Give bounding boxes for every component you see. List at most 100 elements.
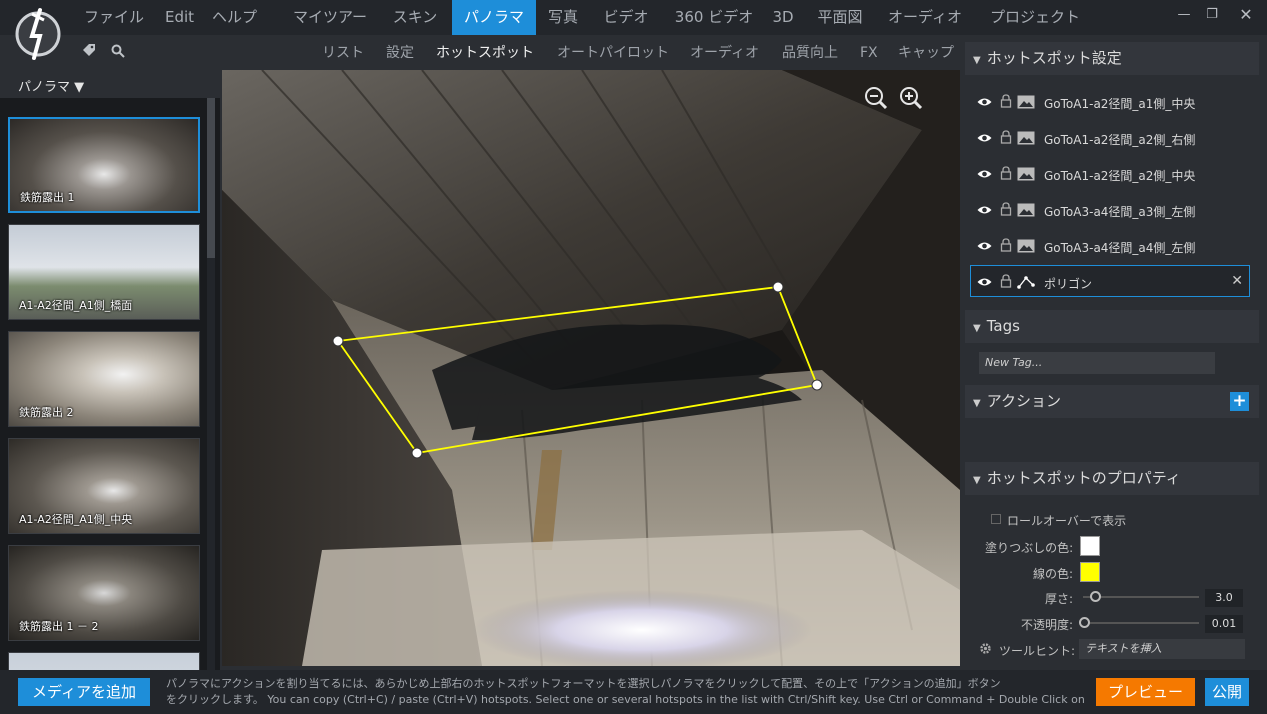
subtab-quality[interactable]: 品質向上 xyxy=(782,35,838,70)
add-action-button[interactable]: + xyxy=(1230,392,1249,411)
tab-photo[interactable]: 写真 xyxy=(540,0,586,35)
hotspot-row[interactable]: GoToA3-a4径間_a4側_左側 xyxy=(971,230,1249,262)
delete-hotspot-icon[interactable]: ✕ xyxy=(1231,273,1243,289)
minimize-icon[interactable]: — xyxy=(1174,5,1194,25)
hotspot-row[interactable]: GoToA1-a2径間_a2側_右側 xyxy=(971,122,1249,154)
tab-audio[interactable]: オーディオ xyxy=(878,0,972,35)
polygon-vertex-handle[interactable] xyxy=(411,447,423,459)
hint-line: パノラマにアクションを割り当てるには、あらかじめ上部右のホットスポットフォーマッ… xyxy=(166,677,1001,690)
thumb-caption: A1-A2径間_A1側_橋面 xyxy=(19,299,133,312)
zoom-in-icon[interactable] xyxy=(898,85,924,111)
opacity-slider-knob[interactable] xyxy=(1079,617,1090,628)
menu-help[interactable]: ヘルプ xyxy=(212,0,257,35)
polygon-vertex-handle[interactable] xyxy=(811,379,823,391)
opacity-slider[interactable] xyxy=(1083,622,1199,624)
panorama-image[interactable] xyxy=(222,70,960,666)
panorama-thumb[interactable]: A1-A2径間_A1側_橋面 xyxy=(8,224,200,320)
panorama-thumb[interactable]: A1-A2径間_A1側_中央 xyxy=(8,438,200,534)
image-icon xyxy=(1017,131,1035,145)
eye-icon[interactable] xyxy=(977,240,992,252)
hotspot-label: GoToA3-a4径間_a3側_左側 xyxy=(1044,205,1196,219)
tab-floorplan[interactable]: 平面図 xyxy=(808,0,872,35)
panorama-thumb[interactable]: 鉄筋露出 1 xyxy=(8,117,200,213)
close-window-icon[interactable]: ✕ xyxy=(1236,5,1256,25)
new-tag-input[interactable]: New Tag... xyxy=(979,352,1215,374)
subtab-audio[interactable]: オーディオ xyxy=(690,35,759,70)
section-title: アクション xyxy=(986,392,1061,410)
hotspot-properties-header[interactable]: ▼ ホットスポットのプロパティ xyxy=(965,462,1259,495)
zoom-out-icon[interactable] xyxy=(863,85,889,111)
tag-icon[interactable] xyxy=(82,44,96,58)
subtab-settings[interactable]: 設定 xyxy=(386,35,414,70)
thumb-caption: 鉄筋露出 2 xyxy=(19,406,74,419)
tab-360-video[interactable]: 360 ビデオ xyxy=(666,0,762,35)
fill-color-swatch[interactable] xyxy=(1080,536,1100,556)
preview-button[interactable]: プレビュー xyxy=(1096,678,1195,706)
rollover-checkbox[interactable] xyxy=(991,514,1001,524)
subtab-autopilot[interactable]: オートパイロット xyxy=(557,35,669,70)
eye-icon[interactable] xyxy=(977,168,992,180)
restore-icon[interactable]: ❐ xyxy=(1202,5,1222,25)
panorama-dropdown[interactable]: パノラマ ▼ xyxy=(18,76,84,95)
polygon-vertex-handle[interactable] xyxy=(332,335,344,347)
app-logo xyxy=(15,8,61,60)
hotspot-row[interactable]: GoToA1-a2径間_a2側_中央 xyxy=(971,158,1249,190)
publish-button[interactable]: 公開 xyxy=(1205,678,1249,706)
menu-edit[interactable]: Edit xyxy=(165,0,194,35)
add-media-button[interactable]: メディアを追加 xyxy=(18,678,150,706)
lock-icon[interactable] xyxy=(1000,130,1012,144)
scrollbar-thumb[interactable] xyxy=(207,98,215,258)
tab-panorama[interactable]: パノラマ xyxy=(452,0,536,35)
line-color-swatch[interactable] xyxy=(1080,562,1100,582)
lock-icon[interactable] xyxy=(1000,94,1012,108)
menu-file[interactable]: ファイル xyxy=(84,0,144,35)
collapse-triangle-icon: ▼ xyxy=(973,475,981,486)
properties-panel: ▼ ホットスポット設定 GoToA1-a2径間_a1側_中央 GoToA1-a2径… xyxy=(963,40,1267,670)
image-icon xyxy=(1017,239,1035,253)
hotspot-row-selected[interactable]: ポリゴン ✕ xyxy=(970,265,1250,297)
thumbnail-scrollbar[interactable] xyxy=(207,98,215,670)
subtab-fx[interactable]: FX xyxy=(860,35,878,70)
tab-my-tours[interactable]: マイツアー xyxy=(280,0,380,35)
subtab-hotspots[interactable]: ホットスポット xyxy=(436,35,534,70)
section-title: ホットスポット設定 xyxy=(986,49,1122,67)
collapse-triangle-icon: ▼ xyxy=(973,323,981,334)
hotspot-settings-header[interactable]: ▼ ホットスポット設定 xyxy=(965,42,1259,75)
panorama-viewer[interactable] xyxy=(222,70,960,666)
panorama-list-panel: パノラマ ▼ 鉄筋露出 1 A1-A2径間_A1側_橋面 鉄筋露出 2 A1-A… xyxy=(0,70,220,670)
thickness-slider-knob[interactable] xyxy=(1090,591,1101,602)
polygon-icon xyxy=(1017,276,1035,289)
top-menu-bar: ファイル Edit ヘルプ マイツアー スキン パノラマ 写真 ビデオ 360 … xyxy=(0,0,1267,35)
tab-3d[interactable]: 3D xyxy=(766,0,800,35)
tooltip-input[interactable]: テキストを挿入 xyxy=(1079,639,1245,659)
hotspot-row[interactable]: GoToA3-a4径間_a3側_左側 xyxy=(971,194,1249,226)
subtab-list[interactable]: リスト xyxy=(322,35,364,70)
eye-icon[interactable] xyxy=(977,276,992,288)
tab-skin[interactable]: スキン xyxy=(384,0,446,35)
panorama-thumb[interactable]: 鉄筋露出 1 － 2 xyxy=(8,545,200,641)
lock-icon[interactable] xyxy=(1000,238,1012,252)
tags-header[interactable]: ▼ Tags xyxy=(965,310,1259,343)
tab-project[interactable]: プロジェクト xyxy=(980,0,1090,35)
tab-video[interactable]: ビデオ xyxy=(594,0,658,35)
actions-header[interactable]: ▼ アクション xyxy=(965,385,1259,418)
eye-icon[interactable] xyxy=(977,132,992,144)
hotspot-row[interactable]: GoToA1-a2径間_a1側_中央 xyxy=(971,86,1249,118)
eye-icon[interactable] xyxy=(977,96,992,108)
subtab-cap[interactable]: キャップ xyxy=(898,35,954,70)
lock-icon[interactable] xyxy=(1000,202,1012,216)
section-title: ホットスポットのプロパティ xyxy=(986,469,1181,487)
thumb-caption: 鉄筋露出 1 － 2 xyxy=(19,620,99,633)
lock-icon[interactable] xyxy=(1000,166,1012,180)
eye-icon[interactable] xyxy=(977,204,992,216)
panorama-thumb[interactable]: 鉄筋露出 2 xyxy=(8,331,200,427)
search-icon[interactable] xyxy=(111,44,125,58)
opacity-value[interactable]: 0.01 xyxy=(1205,615,1243,633)
lock-icon[interactable] xyxy=(1000,274,1012,288)
thumbnail-list[interactable]: 鉄筋露出 1 A1-A2径間_A1側_橋面 鉄筋露出 2 A1-A2径間_A1側… xyxy=(0,98,220,670)
panorama-thumb[interactable] xyxy=(8,652,200,670)
thickness-value[interactable]: 3.0 xyxy=(1205,589,1243,607)
polygon-vertex-handle[interactable] xyxy=(772,281,784,293)
hotspot-label: GoToA1-a2径間_a1側_中央 xyxy=(1044,97,1196,111)
thickness-label: 厚さ: xyxy=(1045,592,1074,606)
